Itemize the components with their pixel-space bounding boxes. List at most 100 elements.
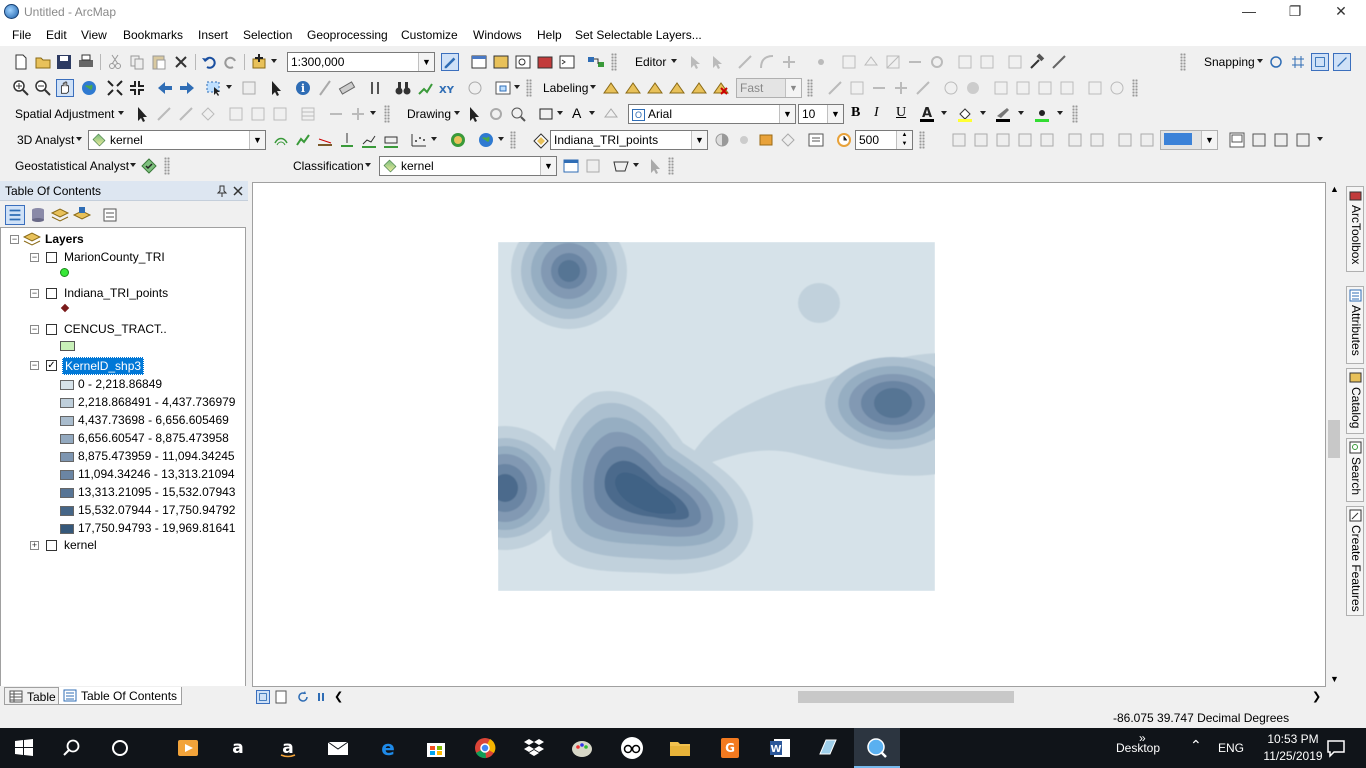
- add-data-icon[interactable]: [250, 53, 268, 71]
- toc-options-icon[interactable]: [100, 205, 120, 225]
- layer-expander-kerneld[interactable]: −: [30, 361, 39, 370]
- limit-adjustment-icon[interactable]: [249, 105, 267, 123]
- straight-segment-icon[interactable]: [736, 53, 754, 71]
- layer-name-marioncounty[interactable]: MarionCounty_TRI: [64, 250, 165, 264]
- layer-expander-marioncounty[interactable]: −: [30, 253, 39, 262]
- editor-menu[interactable]: Editor: [635, 55, 666, 69]
- arctoolbox-window-icon[interactable]: [536, 53, 554, 71]
- layout-view-icon[interactable]: [1228, 131, 1246, 149]
- menu-geoprocessing[interactable]: Geoprocessing: [307, 28, 388, 42]
- tab-table-of-contents[interactable]: Table Of Contents: [58, 687, 183, 705]
- go-back-icon[interactable]: [156, 79, 174, 97]
- chrome-browser-icon[interactable]: [473, 736, 497, 760]
- layout-tool-3-icon[interactable]: [1294, 131, 1312, 149]
- data-view-icon[interactable]: [256, 690, 270, 704]
- contrast-icon[interactable]: [713, 131, 731, 149]
- minimize-button[interactable]: —: [1226, 0, 1272, 24]
- menu-bookmarks[interactable]: Bookmarks: [123, 28, 183, 42]
- steepest-path-icon[interactable]: [294, 131, 312, 149]
- transparency-combo[interactable]: ▼: [1160, 130, 1218, 150]
- label-quality-combo[interactable]: Fast ▼: [736, 78, 802, 98]
- create-viewer-window-icon[interactable]: [494, 79, 512, 97]
- pause-labeling-icon[interactable]: [690, 79, 708, 97]
- rotate-element-icon[interactable]: [487, 105, 505, 123]
- search-magnifier-icon[interactable]: [60, 736, 84, 760]
- multi-displacement-icon[interactable]: [199, 105, 217, 123]
- cut-polygons-icon[interactable]: [884, 53, 902, 71]
- lock-labels-icon[interactable]: [668, 79, 686, 97]
- flicker-layer-icon[interactable]: [779, 131, 797, 149]
- georef-tool-8-icon[interactable]: [1116, 131, 1134, 149]
- dock-tab-create-features[interactable]: Create Features: [1346, 506, 1364, 616]
- menu-selection[interactable]: Selection: [243, 28, 292, 42]
- georef-tool-3-icon[interactable]: [994, 131, 1012, 149]
- list-by-visibility-icon[interactable]: [50, 205, 70, 225]
- map-topology-icon[interactable]: [848, 79, 866, 97]
- dropbox-icon[interactable]: [522, 736, 546, 760]
- point-icon[interactable]: [812, 53, 830, 71]
- layer-expander-indiana-tri[interactable]: −: [30, 289, 39, 298]
- underline-button[interactable]: U: [896, 105, 906, 121]
- menu-insert[interactable]: Insert: [198, 28, 228, 42]
- legend-swatch[interactable]: [60, 488, 74, 498]
- rotate-icon[interactable]: [928, 53, 946, 71]
- scroll-right-arrow-icon[interactable]: ❯: [1312, 690, 1321, 703]
- geostatistical-analyst-menu[interactable]: Geostatistical Analyst: [15, 159, 129, 173]
- time-slider-icon[interactable]: [466, 79, 484, 97]
- target-layer-combo[interactable]: Indiana_TRI_points ▼: [550, 130, 708, 150]
- layer-name-kernel[interactable]: kernel: [64, 538, 97, 552]
- bold-button[interactable]: B: [851, 105, 860, 121]
- swipe-layer-icon[interactable]: [757, 131, 775, 149]
- legend-swatch[interactable]: [60, 524, 74, 534]
- clear-selection-icon[interactable]: [240, 79, 258, 97]
- full-extent-globe-icon[interactable]: [80, 79, 98, 97]
- python-window-icon[interactable]: [558, 53, 576, 71]
- mail-app-icon[interactable]: [326, 736, 350, 760]
- clear-limit-icon[interactable]: [271, 105, 289, 123]
- attributes-edit-icon[interactable]: [956, 53, 974, 71]
- vertex-snapping-icon[interactable]: [1311, 53, 1329, 71]
- resolution-spinner[interactable]: 500 ▲ ▼: [855, 130, 913, 150]
- select-features-icon[interactable]: [205, 79, 223, 97]
- brightness-icon[interactable]: [735, 131, 753, 149]
- microsoft-store-icon[interactable]: [424, 736, 448, 760]
- legend-swatch[interactable]: [60, 416, 74, 426]
- georef-tool-1-icon[interactable]: [950, 131, 968, 149]
- pan-hand-icon[interactable]: [56, 79, 74, 97]
- dock-tab-attributes[interactable]: Attributes: [1346, 286, 1364, 364]
- layers-root-label[interactable]: Layers: [45, 232, 84, 246]
- python-script-icon[interactable]: [1050, 53, 1068, 71]
- map-scale-combo[interactable]: 1:300,000 ▼: [287, 52, 435, 72]
- interpolate-point-icon[interactable]: [338, 131, 356, 149]
- search-window-icon[interactable]: [514, 53, 532, 71]
- legend-swatch[interactable]: [60, 434, 74, 444]
- amazon-app-icon[interactable]: a: [226, 736, 250, 760]
- classification-menu[interactable]: Classification: [293, 159, 364, 173]
- media-player-app-icon[interactable]: [176, 736, 200, 760]
- horizontal-scroll-thumb[interactable]: [798, 691, 1014, 703]
- 3d-analyst-menu[interactable]: 3D Analyst: [17, 133, 74, 147]
- identify-icon[interactable]: i: [294, 79, 312, 97]
- layer-checkbox-cencus-tract[interactable]: [46, 324, 57, 335]
- edit-vertices-drawing-icon[interactable]: [602, 105, 620, 123]
- georef-tool-9-icon[interactable]: [1138, 131, 1156, 149]
- map-display[interactable]: [252, 182, 1326, 687]
- arcscene-globe-icon[interactable]: [449, 131, 467, 149]
- integrate-icon[interactable]: [1014, 79, 1032, 97]
- font-name-combo[interactable]: O Arial ▼: [628, 104, 796, 124]
- task-view-icon[interactable]: [108, 736, 132, 760]
- windows-start-icon[interactable]: [12, 736, 36, 760]
- dock-tab-catalog[interactable]: Catalog: [1346, 368, 1364, 434]
- layer-checkbox-kerneld[interactable]: ✓: [46, 360, 57, 371]
- layout-view-tab-icon[interactable]: [274, 690, 288, 704]
- edit-tool-icon[interactable]: [686, 53, 704, 71]
- classification-layer-combo[interactable]: kernel ▼: [379, 156, 557, 176]
- list-by-drawing-order-icon[interactable]: [5, 205, 25, 225]
- legend-swatch[interactable]: [60, 506, 74, 516]
- layer-checkbox-marioncounty[interactable]: [46, 252, 57, 263]
- draw-polygon-icon[interactable]: [612, 157, 630, 175]
- spatial-adjust-select-icon[interactable]: [133, 105, 151, 123]
- font-size-combo[interactable]: 10 ▼: [798, 104, 844, 124]
- line-color-icon[interactable]: [994, 105, 1012, 123]
- layer-expander-cencus-tract[interactable]: −: [30, 325, 39, 334]
